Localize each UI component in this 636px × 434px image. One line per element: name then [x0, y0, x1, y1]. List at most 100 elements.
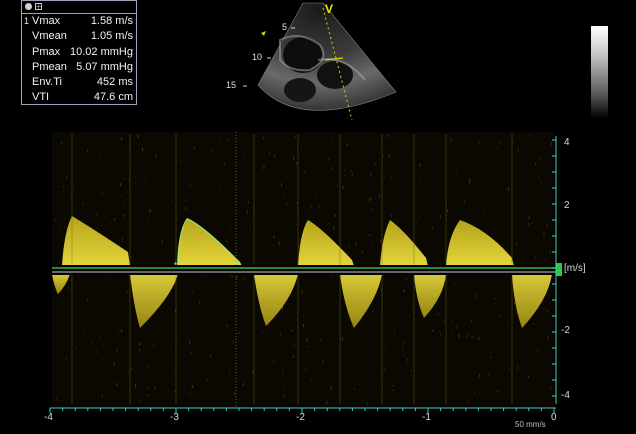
noise-speck — [273, 235, 275, 239]
noise-speck — [232, 340, 234, 344]
noise-speck — [278, 241, 280, 246]
noise-speck — [298, 244, 300, 248]
noise-speck — [206, 379, 208, 382]
noise-speck — [499, 315, 501, 318]
noise-speck — [444, 321, 445, 323]
noise-speck — [507, 187, 509, 192]
noise-speck — [281, 183, 282, 187]
noise-speck — [189, 341, 191, 345]
noise-speck — [483, 351, 485, 354]
noise-speck — [265, 227, 267, 230]
noise-speck — [541, 182, 543, 184]
noise-speck — [388, 154, 390, 158]
noise-speck — [130, 367, 132, 370]
noise-speck — [248, 201, 250, 204]
noise-speck — [113, 362, 115, 366]
noise-speck — [123, 178, 125, 180]
spectral-doppler-display: + + 4 2 -2 -4 [m/s] -4 -3 -2 -1 0 50 mm/… — [0, 128, 636, 434]
noise-speck — [242, 277, 244, 280]
noise-speck — [263, 137, 265, 140]
noise-speck — [380, 239, 382, 243]
noise-speck — [201, 403, 203, 405]
noise-speck — [347, 312, 349, 315]
noise-speck — [406, 137, 408, 140]
noise-speck — [63, 217, 65, 221]
noise-speck — [393, 329, 395, 333]
noise-speck — [161, 240, 163, 244]
noise-speck — [512, 141, 514, 144]
velocity-tick-label: 2 — [564, 200, 570, 211]
noise-speck — [116, 348, 118, 352]
noise-speck — [193, 146, 195, 150]
noise-speck — [508, 368, 510, 372]
noise-speck — [372, 208, 374, 211]
noise-speck — [384, 368, 386, 371]
noise-speck — [344, 174, 346, 177]
noise-speck — [190, 351, 192, 355]
noise-speck — [508, 337, 510, 339]
noise-speck — [478, 336, 480, 340]
noise-speck — [224, 162, 225, 166]
noise-speck — [431, 227, 433, 230]
noise-speck — [301, 148, 302, 150]
noise-speck — [219, 185, 221, 187]
noise-speck — [298, 213, 300, 215]
noise-speck — [293, 156, 295, 160]
noise-speck — [117, 330, 119, 335]
noise-speck — [127, 290, 129, 294]
noise-speck — [211, 149, 213, 153]
noise-speck — [420, 177, 422, 179]
noise-speck — [292, 311, 294, 314]
noise-speck — [292, 355, 294, 359]
noise-speck — [410, 369, 412, 372]
noise-speck — [551, 142, 552, 146]
noise-speck — [378, 302, 380, 307]
sweep-speed-label: 50 mm/s — [515, 420, 546, 429]
noise-speck — [187, 392, 189, 394]
noise-speck — [99, 334, 101, 338]
noise-speck — [403, 340, 405, 343]
noise-speck — [96, 227, 98, 229]
noise-speck — [370, 196, 372, 201]
noise-speck — [106, 277, 108, 282]
noise-speck — [341, 337, 343, 341]
noise-speck — [87, 149, 88, 152]
noise-speck — [325, 140, 327, 143]
orientation-marker-icon — [261, 31, 266, 36]
noise-speck — [438, 330, 440, 333]
velocity-unit-label: [m/s] — [564, 263, 586, 274]
noise-speck — [101, 393, 103, 398]
noise-speck — [517, 151, 519, 153]
noise-speck — [171, 200, 173, 203]
noise-speck — [346, 253, 348, 255]
noise-speck — [385, 347, 387, 352]
noise-speck — [225, 240, 227, 243]
noise-speck — [314, 194, 316, 196]
noise-speck — [122, 203, 124, 207]
noise-speck — [256, 194, 258, 197]
noise-speck — [337, 183, 339, 187]
noise-speck — [412, 306, 414, 309]
noise-speck — [191, 385, 193, 389]
noise-speck — [173, 372, 175, 376]
noise-speck — [426, 180, 428, 184]
noise-speck — [307, 340, 309, 342]
depth-mark: 15 — [226, 80, 237, 90]
noise-speck — [368, 198, 370, 202]
noise-speck — [529, 134, 530, 137]
noise-speck — [201, 189, 203, 191]
noise-speck — [283, 196, 285, 198]
noise-speck — [296, 162, 298, 165]
noise-speck — [326, 401, 328, 405]
noise-speck — [488, 372, 490, 376]
noise-speck — [63, 225, 65, 228]
noise-speck — [516, 243, 518, 247]
noise-speck — [327, 223, 329, 225]
noise-speck — [147, 365, 149, 368]
noise-speck — [378, 158, 380, 161]
noise-speck — [296, 201, 298, 204]
noise-speck — [213, 381, 215, 383]
noise-speck — [517, 147, 519, 151]
noise-speck — [262, 330, 263, 333]
noise-speck — [370, 241, 372, 245]
